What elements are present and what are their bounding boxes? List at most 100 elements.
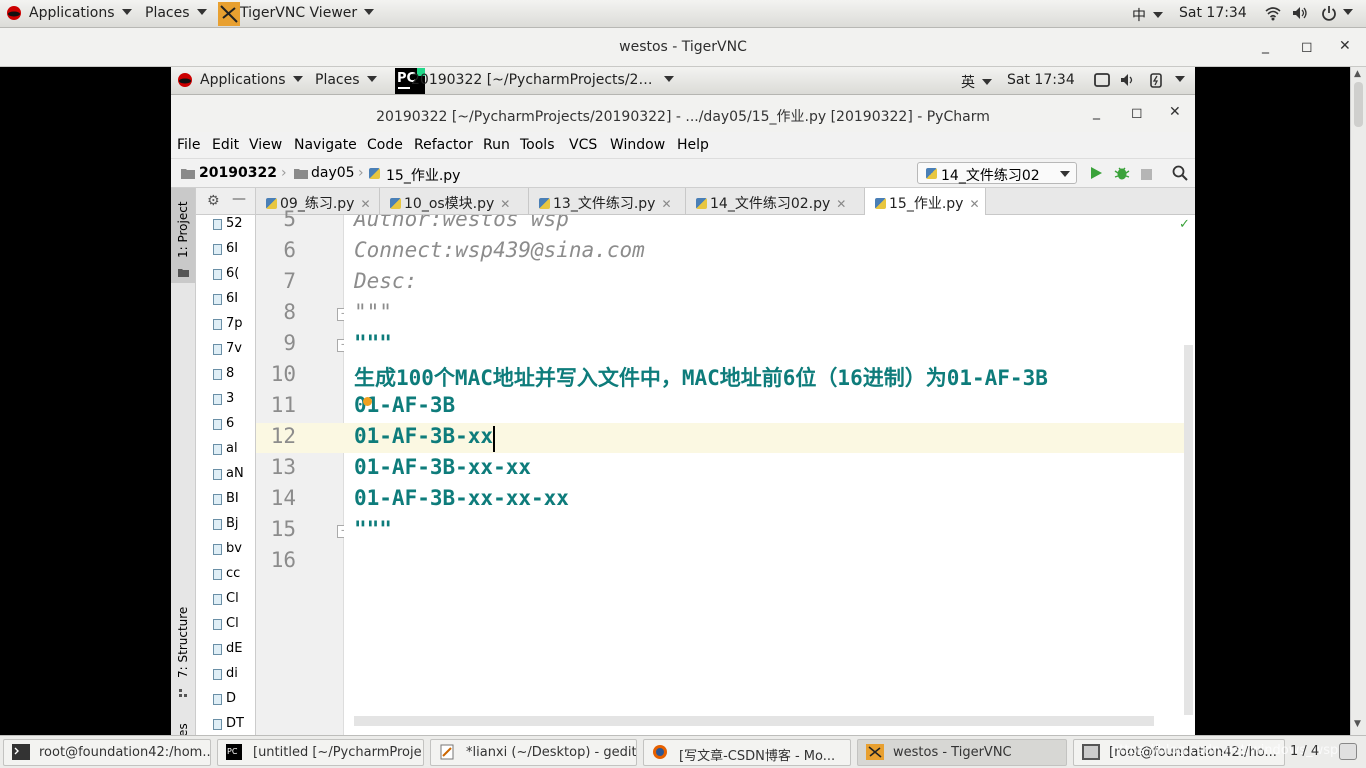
- remote-input-method-menu[interactable]: 英: [961, 72, 992, 92]
- tree-item[interactable]: 3: [213, 391, 234, 406]
- code-line[interactable]: Connect:wsp439@sina.com: [354, 238, 645, 262]
- remote-clock[interactable]: Sat 17:34: [1007, 72, 1075, 88]
- tree-item[interactable]: DT: [213, 716, 244, 731]
- code-line[interactable]: 生成100个MAC地址并写入文件中，MAC地址前6位（16进制）为01-AF-3…: [354, 362, 1048, 392]
- code-line[interactable]: 01-AF-3B-xx: [354, 424, 493, 448]
- menu-run[interactable]: Run: [483, 137, 510, 153]
- run-icon[interactable]: [1089, 166, 1103, 184]
- intention-bulb-icon[interactable]: [363, 397, 372, 406]
- menu-navigate[interactable]: Navigate: [294, 137, 357, 153]
- wifi-icon[interactable]: [1265, 5, 1281, 25]
- tree-item[interactable]: 8: [213, 366, 234, 381]
- code-line[interactable]: 01-AF-3B-xx-xx-xx: [354, 486, 569, 510]
- code-line[interactable]: """: [354, 517, 392, 541]
- hide-panel-icon[interactable]: —: [232, 191, 246, 207]
- remote-active-app-menu[interactable]: 20190322 [~/PycharmProjects/2…: [411, 72, 675, 88]
- vertical-scrollbar[interactable]: [1184, 345, 1193, 715]
- menu-refactor[interactable]: Refactor: [414, 137, 473, 153]
- workspace-pager[interactable]: 1 / 4: [1290, 744, 1319, 759]
- debug-icon[interactable]: [1114, 165, 1130, 185]
- code-line[interactable]: Author:westos wsp: [354, 215, 569, 231]
- code-line[interactable]: """: [354, 331, 392, 355]
- stop-icon[interactable]: [1141, 168, 1152, 184]
- tree-item[interactable]: dE: [213, 641, 242, 656]
- tree-item[interactable]: al: [213, 441, 238, 456]
- favorites-tool-tab[interactable]: 2: Favorites: [171, 718, 195, 735]
- pycharm-close-button[interactable]: ✕: [1169, 104, 1181, 120]
- pycharm-maximize-button[interactable]: ◻: [1131, 105, 1143, 121]
- menu-code[interactable]: Code: [367, 137, 403, 153]
- editor-tab[interactable]: 13_文件练习.py ✕: [529, 188, 686, 215]
- tree-item[interactable]: 7p: [213, 316, 243, 331]
- taskbar-item-tigervnc[interactable]: westos - TigerVNC: [857, 739, 1067, 766]
- run-config-dropdown[interactable]: 14_文件练习02: [917, 162, 1077, 184]
- workspace-icon[interactable]: [1339, 743, 1357, 760]
- battery-icon[interactable]: [1149, 72, 1163, 92]
- tree-item[interactable]: 7v: [213, 341, 242, 356]
- power-menu-arrow-icon[interactable]: [1343, 5, 1353, 21]
- maximize-button[interactable]: ◻: [1301, 39, 1313, 55]
- scroll-down-arrow-icon[interactable]: ▼: [1354, 719, 1361, 729]
- taskbar-item-firefox[interactable]: [写文章-CSDN博客 - Mo...: [643, 739, 851, 766]
- volume-icon[interactable]: [1292, 5, 1308, 25]
- applications-menu[interactable]: Applications: [29, 5, 132, 21]
- menu-tools[interactable]: Tools: [520, 137, 555, 153]
- pycharm-minimize-button[interactable]: _: [1093, 104, 1100, 120]
- scrollbar-thumb[interactable]: [1354, 82, 1363, 127]
- code-line[interactable]: """: [354, 300, 392, 324]
- tree-item[interactable]: bv: [213, 541, 242, 556]
- close-tab-icon[interactable]: ✕: [969, 197, 979, 211]
- tree-item[interactable]: 6I: [213, 291, 238, 306]
- tree-item[interactable]: di: [213, 666, 238, 681]
- search-icon[interactable]: [1172, 165, 1188, 185]
- tree-item[interactable]: aN: [213, 466, 244, 481]
- horizontal-scrollbar[interactable]: [354, 716, 1154, 726]
- project-tree-panel[interactable]: ⚙ — 52 6I 6(6I 7p 7v 8 3 6 al aN BI Bj bv cc Cl Cl dE di D…: [196, 188, 256, 735]
- tree-item[interactable]: 6: [213, 416, 234, 431]
- active-app-menu[interactable]: TigerVNC Viewer: [240, 5, 375, 21]
- tree-item[interactable]: 6(: [213, 266, 239, 281]
- editor-tab[interactable]: 14_文件练习02.py ✕: [686, 188, 865, 215]
- breadcrumb-project[interactable]: 20190322: [199, 165, 277, 181]
- menu-file[interactable]: File: [177, 137, 200, 153]
- menu-window[interactable]: Window: [610, 137, 665, 153]
- close-button[interactable]: ✕: [1339, 38, 1351, 54]
- input-method-menu[interactable]: 中: [1132, 5, 1163, 25]
- close-tab-icon[interactable]: ✕: [360, 197, 370, 211]
- structure-tool-tab[interactable]: 7: Structure: [171, 606, 195, 697]
- tree-item[interactable]: 6I: [213, 241, 238, 256]
- remote-applications-menu[interactable]: Applications: [200, 72, 303, 88]
- tree-item[interactable]: 52: [213, 216, 243, 231]
- taskbar-item-gedit[interactable]: *lianxi (~/Desktop) - gedit: [430, 739, 637, 766]
- taskbar-item-pycharm[interactable]: PC [untitled [~/PycharmProje...: [217, 739, 424, 766]
- code-editor[interactable]: ✓ Author:westos wsp Connect:wsp439@sina.c…: [344, 215, 1195, 735]
- remote-places-menu[interactable]: Places: [315, 72, 377, 88]
- settings-gear-icon[interactable]: ⚙: [207, 193, 220, 209]
- breadcrumb-folder[interactable]: day05: [311, 165, 355, 181]
- vnc-vertical-scrollbar[interactable]: ▲ ▼: [1350, 67, 1366, 735]
- close-tab-icon[interactable]: ✕: [836, 197, 846, 211]
- screen-icon[interactable]: [1094, 72, 1110, 92]
- project-tool-tab[interactable]: 1: Project: [171, 188, 195, 283]
- menu-help[interactable]: Help: [677, 137, 709, 153]
- menu-edit[interactable]: Edit: [212, 137, 239, 153]
- editor-tab[interactable]: 10_os模块.py ✕: [380, 188, 529, 215]
- breadcrumb-file[interactable]: 15_作业.py: [386, 165, 460, 185]
- code-line[interactable]: 01-AF-3B-xx-xx: [354, 455, 531, 479]
- minimize-button[interactable]: _: [1262, 38, 1269, 54]
- code-line[interactable]: Desc:: [354, 269, 417, 293]
- tree-item[interactable]: cc: [213, 566, 240, 581]
- clock[interactable]: Sat 17:34: [1179, 5, 1247, 21]
- close-tab-icon[interactable]: ✕: [661, 197, 671, 211]
- tree-item[interactable]: Bj: [213, 516, 239, 531]
- menu-vcs[interactable]: VCS: [569, 137, 597, 153]
- menu-view[interactable]: View: [249, 137, 282, 153]
- tree-item[interactable]: Cl: [213, 591, 239, 606]
- remote-desktop[interactable]: Applications Places PC 20190322 [~/Pycha…: [171, 67, 1195, 735]
- editor-tab-active[interactable]: 15_作业.py ✕: [865, 188, 986, 216]
- close-tab-icon[interactable]: ✕: [500, 197, 510, 211]
- tree-item[interactable]: D: [213, 691, 236, 706]
- remote-power-menu-arrow-icon[interactable]: [1175, 72, 1185, 88]
- power-icon[interactable]: [1321, 5, 1337, 25]
- remote-volume-icon[interactable]: [1120, 72, 1136, 92]
